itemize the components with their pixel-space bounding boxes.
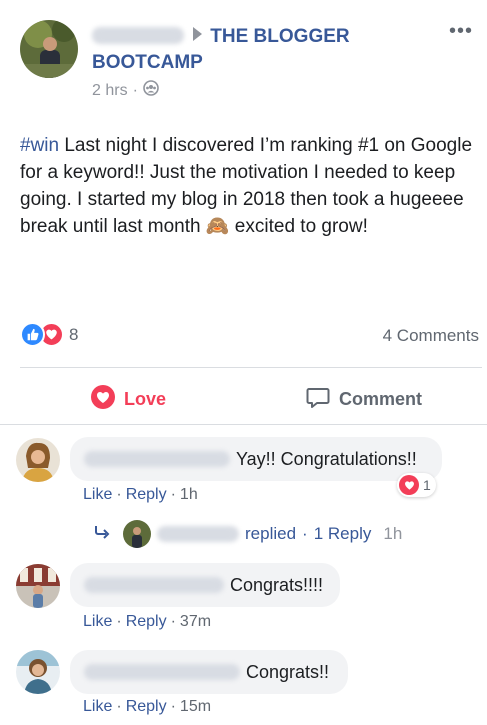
divider-bottom: [0, 424, 487, 425]
shared-to-arrow-icon: [193, 27, 203, 41]
separator: ·: [170, 613, 176, 630]
comment-actions: Like · Reply · 15m: [83, 698, 211, 716]
comment-actions: Like · Reply · 37m: [83, 613, 211, 631]
commenter-name-blurred[interactable]: [84, 664, 240, 680]
comment-button[interactable]: Comment: [305, 384, 422, 415]
comment-reply-link[interactable]: Reply: [126, 486, 167, 504]
comment-bubble: Congrats!!: [70, 650, 348, 694]
comment-bubble: Yay!! Congratulations!!: [70, 437, 442, 481]
comment-time[interactable]: 15m: [180, 698, 211, 716]
comment-actions: Like · Reply · 1h: [83, 486, 198, 504]
comment-bubble: Congrats!!!!: [70, 563, 340, 607]
replier-avatar: [123, 520, 151, 548]
author-name-blurred[interactable]: [92, 27, 184, 44]
comment-time[interactable]: 1h: [180, 486, 198, 504]
like-reaction-icon: [20, 322, 45, 347]
comment-reply-link[interactable]: Reply: [126, 698, 167, 716]
comment-like-link[interactable]: Like: [83, 698, 112, 716]
post-body-text: Last night I discovered I’m ranking #1 o…: [20, 135, 473, 237]
love-button[interactable]: Love: [90, 384, 166, 415]
comment-reply-link[interactable]: Reply: [126, 613, 167, 631]
reaction-count: 8: [69, 324, 79, 344]
commenter-avatar[interactable]: [16, 564, 60, 608]
replied-label: replied: [245, 524, 297, 543]
love-reaction-icon: [399, 475, 419, 495]
post-timestamp[interactable]: 2 hrs: [92, 82, 128, 100]
reactions-summary[interactable]: 8: [20, 322, 78, 347]
comment-text: Yay!! Congratulations!!: [236, 448, 417, 469]
author-avatar[interactable]: [20, 20, 78, 78]
separator: ·: [170, 486, 176, 503]
replies-time: 1h: [383, 524, 403, 543]
commenter-name-blurred[interactable]: [84, 451, 230, 467]
view-replies-link[interactable]: replied · 1 Reply 1h: [93, 520, 402, 548]
replies-separator: ·: [302, 524, 308, 543]
commenter-avatar[interactable]: [16, 438, 60, 482]
commenter-avatar[interactable]: [16, 650, 60, 694]
comment-like-link[interactable]: Like: [83, 613, 112, 631]
meta-separator: ·: [132, 81, 138, 99]
separator: ·: [116, 698, 122, 715]
post-body: #win Last night I discovered I’m ranking…: [20, 132, 475, 240]
comment-reaction-badge[interactable]: 1: [397, 473, 436, 497]
comment-label: Comment: [339, 389, 423, 409]
group-privacy-icon: [143, 80, 159, 101]
commenter-name-blurred[interactable]: [84, 577, 224, 593]
reply-arrow-icon: [93, 524, 111, 545]
divider-top: [20, 367, 482, 368]
replier-name-blurred: [157, 526, 239, 542]
replies-count: 1 Reply: [313, 524, 372, 543]
more-options-button[interactable]: •••: [449, 21, 473, 41]
separator: ·: [116, 613, 122, 630]
separator: ·: [116, 486, 122, 503]
comments-count-link[interactable]: 4 Comments: [383, 326, 479, 346]
separator: ·: [170, 698, 176, 715]
hashtag-link[interactable]: #win: [20, 135, 59, 156]
post-meta: 2 hrs ·: [92, 80, 159, 101]
post-header: THE BLOGGER BOOTCAMP: [92, 24, 422, 76]
love-icon: [90, 384, 116, 415]
comment-time[interactable]: 37m: [180, 613, 211, 631]
comment-icon: [305, 384, 331, 415]
comment-text: Congrats!!: [246, 661, 330, 682]
comment-text: Congrats!!!!: [230, 574, 324, 595]
comment-like-link[interactable]: Like: [83, 486, 112, 504]
comment-reaction-count: 1: [423, 477, 431, 493]
love-label: Love: [124, 389, 167, 409]
